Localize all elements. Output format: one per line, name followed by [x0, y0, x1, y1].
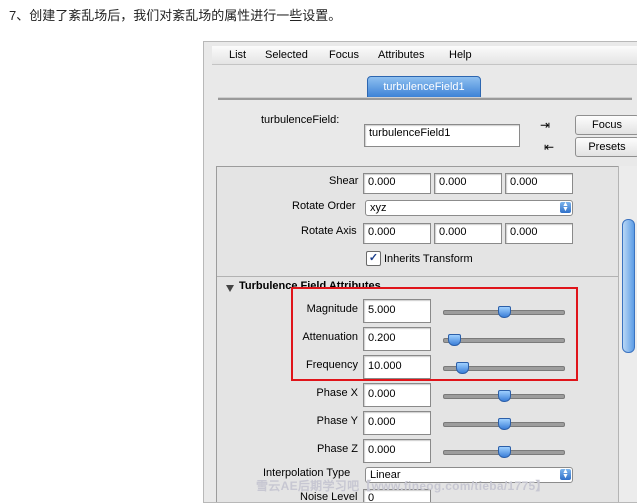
presets-button[interactable]: Presets [575, 137, 637, 157]
menu-bar: List Selected Focus Attributes Help [212, 46, 637, 65]
attribute-editor-window: List Selected Focus Attributes Help turb… [203, 41, 637, 503]
panel-scrollbar[interactable] [618, 166, 637, 502]
tab-turbulence-field[interactable]: turbulenceField1 [367, 76, 481, 98]
rotate-axis-z-field[interactable]: 0.000 [505, 223, 573, 244]
watermark-text: 雪云AE后期学习吧【www.fineog.com/tieba/1775】 [256, 479, 548, 493]
inherits-transform-label: Inherits Transform [384, 253, 473, 265]
menu-focus[interactable]: Focus [329, 49, 359, 61]
tab-divider [218, 97, 632, 100]
attribute-slider-thumb[interactable] [497, 418, 511, 430]
select-arrows-icon: ▲ ▼ [560, 201, 571, 213]
menu-list[interactable]: List [229, 49, 246, 61]
attribute-label: Phase Y [316, 415, 358, 427]
attribute-label: Phase X [316, 387, 358, 399]
save-attributes-icon[interactable]: ⇤ [542, 140, 556, 154]
attribute-value-field[interactable]: 0.000 [363, 439, 431, 463]
rotate-axis-label: Rotate Axis [301, 225, 357, 237]
load-attributes-icon[interactable]: ⇥ [538, 118, 552, 132]
shear-label: Shear [329, 175, 359, 187]
attribute-slider-thumb[interactable] [497, 446, 511, 458]
attribute-slider-thumb[interactable] [497, 390, 511, 402]
shear-x-field[interactable]: 0.000 [363, 173, 431, 194]
collapse-triangle-icon[interactable] [226, 285, 234, 292]
menu-attributes[interactable]: Attributes [378, 49, 424, 61]
shear-y-field[interactable]: 0.000 [434, 173, 502, 194]
attribute-value-field[interactable]: 0.000 [363, 411, 431, 435]
scrollbar-thumb[interactable] [622, 219, 635, 353]
rotate-axis-y-field[interactable]: 0.000 [434, 223, 502, 244]
section-divider [217, 276, 619, 277]
focus-button[interactable]: Focus [575, 115, 637, 135]
rotate-axis-x-field[interactable]: 0.000 [363, 223, 431, 244]
menu-selected[interactable]: Selected [265, 49, 308, 61]
attribute-label: Phase Z [317, 443, 358, 455]
node-name-field[interactable]: turbulenceField1 [364, 124, 520, 147]
rotate-order-select[interactable]: xyz ▲ ▼ [365, 200, 573, 216]
node-name-label: turbulenceField: [261, 114, 340, 126]
inherits-transform-checkbox[interactable]: ✓ [366, 251, 381, 266]
select-arrows-icon: ▲ ▼ [560, 468, 571, 480]
rotate-order-value: xyz [370, 202, 387, 214]
rotate-order-label: Rotate Order [292, 200, 356, 212]
shear-z-field[interactable]: 0.000 [505, 173, 573, 194]
caption-text: 7、创建了紊乱场后，我们对紊乱场的属性进行一些设置。 [9, 8, 342, 23]
attribute-value-field[interactable]: 0.000 [363, 383, 431, 407]
highlight-box [291, 287, 578, 381]
menu-help[interactable]: Help [449, 49, 472, 61]
